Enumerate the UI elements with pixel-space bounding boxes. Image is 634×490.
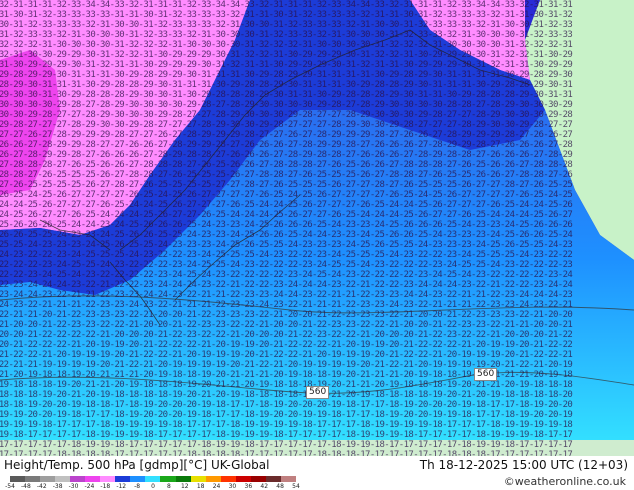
legend-swatch — [235, 476, 251, 482]
legend-tick-label: 48 — [276, 483, 284, 490]
legend-swatch — [85, 476, 101, 482]
legend-tick-label: 0 — [151, 483, 155, 490]
site-credit: ©weatheronline.co.uk — [503, 475, 626, 488]
legend-swatch — [55, 476, 71, 482]
legend-swatch — [220, 476, 236, 482]
contour-label: 560 — [474, 368, 498, 381]
legend-tick-label: -30 — [68, 483, 79, 490]
legend-swatch — [130, 476, 146, 482]
contour-label: 560 — [306, 386, 330, 399]
legend-tick-label: -18 — [100, 483, 111, 490]
footer: Height/Temp. 500 hPa [gdmp][°C] UK-Globa… — [0, 456, 634, 490]
legend-tick-label: -12 — [116, 483, 127, 490]
legend-swatch — [280, 476, 296, 482]
legend-tick-label: 42 — [260, 483, 269, 490]
legend-tick-label: 8 — [166, 483, 171, 490]
legend-swatch — [10, 476, 26, 482]
legend-swatch — [160, 476, 176, 482]
legend-swatch — [70, 476, 86, 482]
legend-colorbar — [10, 476, 296, 482]
legend-tick-label: 24 — [212, 483, 221, 490]
legend-tick-label: -8 — [134, 483, 141, 490]
legend-tick-label: -48 — [20, 483, 31, 490]
legend-tick-label: -38 — [52, 483, 63, 490]
legend-swatch — [40, 476, 56, 482]
legend-tick-label: 54 — [292, 483, 300, 490]
map-datetime: Th 18-12-2025 15:00 UTC (12+03) — [419, 458, 628, 472]
legend-tick-label: 36 — [244, 483, 253, 490]
legend-swatch — [265, 476, 281, 482]
legend-ticks: -54 -48 -42 -38 -30 -24 -18 -12 -8 0 8 12 18 24 30 36 42… — [5, 483, 300, 490]
legend-swatch — [115, 476, 131, 482]
legend-tick-label: 12 — [180, 483, 189, 490]
land-green-strip — [0, 440, 634, 456]
map-title: Height/Temp. 500 hPa [gdmp][°C] UK-Globa… — [4, 458, 270, 472]
legend-swatch — [100, 476, 116, 482]
legend-swatch — [190, 476, 206, 482]
legend-tick-label: 30 — [228, 483, 237, 490]
legend-swatch — [175, 476, 191, 482]
legend-tick-label: -54 — [5, 483, 15, 490]
map-area: -32-31-31-31-32-33-34-34-33-32-31-31-31-… — [0, 0, 634, 456]
weather-map-figure: -32-31-31-31-32-33-34-34-33-32-31-31-31-… — [0, 0, 634, 490]
legend-swatch — [250, 476, 266, 482]
legend-swatch — [25, 476, 41, 482]
legend-tick-label: -24 — [84, 483, 95, 490]
legend-tick-label: 18 — [196, 483, 205, 490]
legend-swatch — [205, 476, 221, 482]
legend-tick-label: -42 — [36, 483, 47, 490]
legend-swatch — [145, 476, 161, 482]
